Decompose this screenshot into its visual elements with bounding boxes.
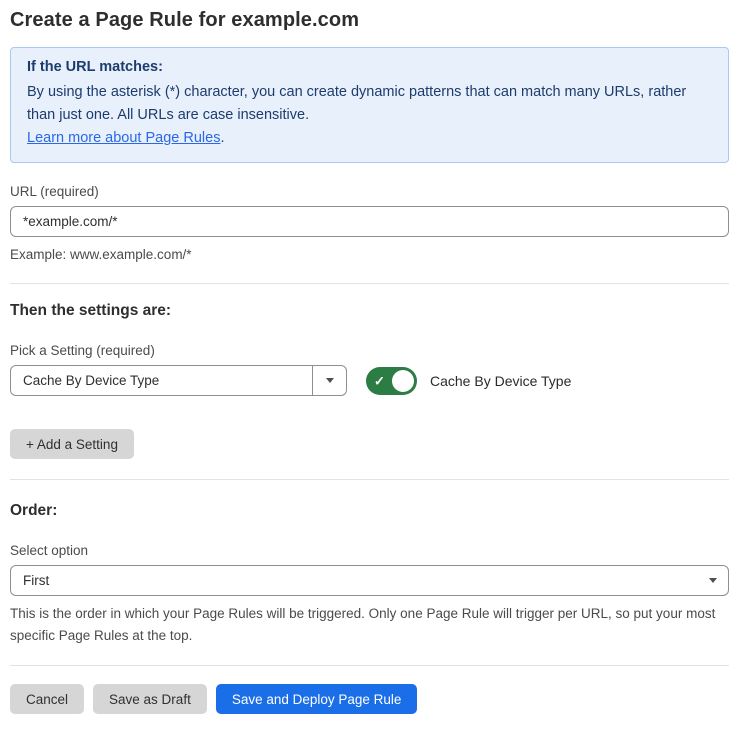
chevron-down-icon [709,578,717,583]
setting-toggle-label: Cache By Device Type [430,373,571,389]
url-input[interactable] [10,206,729,237]
link-suffix: . [220,130,224,146]
order-select-value: First [11,573,698,588]
info-box-heading: If the URL matches: [27,59,712,75]
pick-setting-label: Pick a Setting (required) [10,343,729,358]
learn-more-link[interactable]: Learn more about Page Rules [27,130,220,146]
divider [10,665,729,666]
info-link-line: Learn more about Page Rules. [27,127,712,150]
page-title: Create a Page Rule for example.com [10,9,729,32]
order-helper-text: This is the order in which your Page Rul… [10,603,729,647]
check-icon: ✓ [374,374,385,387]
save-and-deploy-button[interactable]: Save and Deploy Page Rule [216,684,418,714]
setting-row: Cache By Device Type ✓ Cache By Device T… [10,365,729,396]
add-setting-button[interactable]: + Add a Setting [10,429,134,459]
cancel-button[interactable]: Cancel [10,684,84,714]
footer-buttons: Cancel Save as Draft Save and Deploy Pag… [10,684,729,714]
setting-select[interactable]: Cache By Device Type [10,365,347,396]
info-box-body: By using the asterisk (*) character, you… [27,81,689,127]
url-field-helper: Example: www.example.com/* [10,244,729,265]
order-select-arrow [698,566,728,595]
toggle-knob [392,370,414,392]
url-match-info-box: If the URL matches: By using the asteris… [10,47,729,163]
setting-toggle[interactable]: ✓ [366,367,417,395]
setting-select-arrow-button[interactable] [312,366,346,395]
order-select[interactable]: First [10,565,729,596]
settings-section-heading: Then the settings are: [10,302,729,320]
page-rule-form: Create a Page Rule for example.com If th… [0,0,750,734]
url-field-label: URL (required) [10,184,729,199]
save-as-draft-button[interactable]: Save as Draft [93,684,207,714]
divider [10,479,729,480]
order-select-label: Select option [10,543,729,558]
divider [10,283,729,284]
chevron-down-icon [326,378,334,383]
setting-select-value: Cache By Device Type [11,373,312,388]
order-section-heading: Order: [10,502,729,520]
